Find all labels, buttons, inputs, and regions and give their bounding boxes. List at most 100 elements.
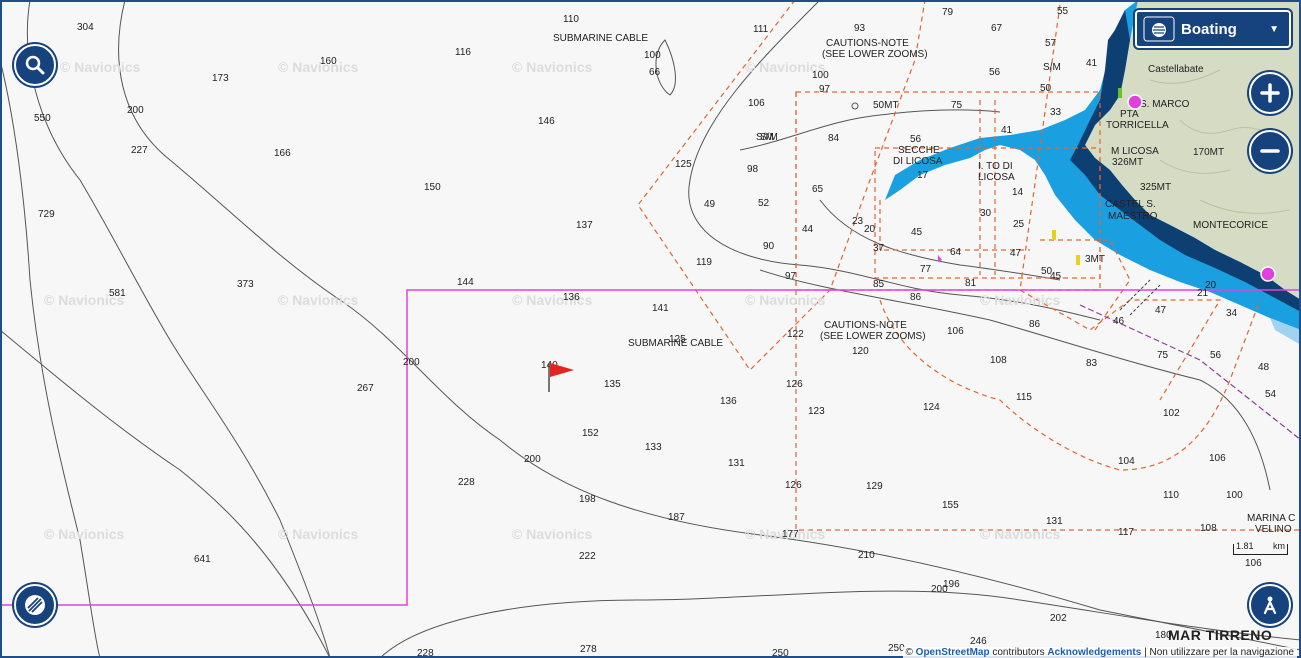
layers-icon — [25, 595, 45, 615]
zoom-out-button[interactable] — [1249, 130, 1291, 172]
svg-text:DI LICOSA: DI LICOSA — [893, 156, 943, 167]
depth-sounding: 34 — [1226, 308, 1238, 319]
depth-sounding: 136 — [720, 396, 737, 407]
depth-sounding: 25 — [1013, 219, 1025, 230]
depth-sounding: 131 — [728, 458, 745, 469]
depth-sounding: 108 — [990, 355, 1007, 366]
depth-sounding: 100 — [644, 50, 661, 61]
beacon-icon[interactable] — [1118, 88, 1122, 98]
svg-text:LICOSA: LICOSA — [978, 172, 1015, 183]
depth-sounding: 200 — [127, 105, 144, 116]
depth-sounding: 104 — [1118, 456, 1135, 467]
scale-bar: 1.81 km — [1233, 541, 1288, 555]
depth-sounding: 228 — [417, 648, 434, 658]
depth-sounding: 129 — [866, 481, 883, 492]
svg-text:© Navionics: © Navionics — [44, 526, 125, 542]
attribution: © OpenStreetMap contributors Acknowledge… — [902, 647, 1297, 658]
svg-text:MARINA C: MARINA C — [1247, 513, 1295, 524]
depth-sounding: 86 — [1029, 319, 1041, 330]
svg-text:© Navionics: © Navionics — [980, 526, 1061, 542]
depth-sounding: 141 — [652, 303, 669, 314]
layers-button[interactable] — [14, 584, 56, 626]
depth-sounding: 49 — [704, 199, 716, 210]
depth-sounding: 48 — [1258, 362, 1270, 373]
beacon-icon[interactable] — [1052, 230, 1056, 240]
navionics-logo-icon — [1143, 16, 1175, 42]
chart-mode-dropdown[interactable]: Boating ▼ — [1135, 10, 1291, 48]
chevron-down-icon: ▼ — [1269, 23, 1279, 35]
nautical-chart-map[interactable]: © Navionics © Navionics © Navionics © Na… — [0, 0, 1301, 658]
depth-sounding: 23 — [852, 216, 864, 227]
depth-sounding: 75 — [1157, 350, 1169, 361]
depth-sounding: 84 — [828, 133, 840, 144]
lighthouse-icon[interactable] — [1127, 94, 1143, 110]
depth-sounding: 137 — [576, 220, 593, 231]
depth-sounding: 222 — [579, 551, 596, 562]
compass-icon — [1263, 596, 1277, 615]
depth-sounding: 198 — [579, 494, 596, 505]
depth-sounding: 57 — [1045, 38, 1057, 49]
depth-sounding: 228 — [458, 477, 475, 488]
lighthouse-icon[interactable] — [1260, 266, 1276, 282]
svg-text:S. MARCO: S. MARCO — [1140, 99, 1190, 110]
svg-text:MAESTRO: MAESTRO — [1108, 211, 1158, 222]
depth-sounding: 100 — [812, 70, 829, 81]
svg-text:CASTEL S.: CASTEL S. — [1105, 199, 1156, 210]
acknowledgements-link[interactable]: Acknowledgements — [1047, 647, 1141, 658]
track-button[interactable] — [1249, 584, 1291, 626]
svg-text:M LICOSA: M LICOSA — [1111, 146, 1159, 157]
svg-text:© Navionics: © Navionics — [278, 59, 359, 75]
svg-text:50MT: 50MT — [873, 100, 899, 111]
svg-text:SECCHE: SECCHE — [898, 145, 940, 156]
depth-sounding: 83 — [1086, 358, 1098, 369]
depth-sounding: 146 — [538, 116, 555, 127]
depth-sounding: 125 — [675, 159, 692, 170]
osm-link[interactable]: OpenStreetMap — [916, 647, 990, 658]
zoom-in-button[interactable] — [1249, 72, 1291, 114]
depth-sounding: 41 — [1001, 125, 1013, 136]
depth-sounding: 55 — [1057, 6, 1069, 17]
depth-sounding: 166 — [274, 148, 291, 159]
depth-sounding: 79 — [942, 7, 954, 18]
depth-sounding: 56 — [989, 67, 1001, 78]
depth-sounding: 200 — [403, 357, 420, 368]
depth-sounding: 202 — [1050, 613, 1067, 624]
depth-sounding: 86 — [910, 292, 922, 303]
depth-sounding: 41 — [1086, 58, 1098, 69]
depth-sounding: 65 — [812, 184, 824, 195]
depth-sounding: 150 — [424, 182, 441, 193]
depth-sounding: 37 — [873, 243, 885, 254]
depth-sounding: 64 — [950, 247, 962, 258]
depth-sounding: 20 — [1205, 280, 1217, 291]
svg-text:S/M: S/M — [1043, 62, 1061, 73]
depth-sounding: 116 — [455, 47, 471, 58]
svg-text:MONTECORICE: MONTECORICE — [1193, 220, 1268, 231]
depth-sounding: 30 — [980, 208, 992, 219]
svg-text:325MT: 325MT — [1140, 182, 1171, 193]
depth-sounding: 177 — [782, 529, 799, 540]
svg-text:PTA: PTA — [1120, 109, 1139, 120]
depth-sounding: 98 — [747, 164, 759, 175]
depth-sounding: 97 — [785, 271, 797, 282]
depth-sounding: 200 — [524, 454, 541, 465]
depth-sounding: 120 — [852, 346, 869, 357]
depth-sounding: 106 — [1245, 558, 1262, 569]
depth-sounding: 46 — [1113, 316, 1125, 327]
depth-sounding: 45 — [911, 227, 923, 238]
depth-sounding: 110 — [563, 14, 579, 25]
depth-sounding: 106 — [1209, 453, 1226, 464]
svg-text:3MT: 3MT — [1085, 254, 1105, 265]
depth-sounding: 67 — [991, 23, 1003, 34]
depth-sounding: 126 — [786, 379, 803, 390]
svg-text:© Navionics: © Navionics — [980, 292, 1061, 308]
depth-sounding: 278 — [580, 644, 597, 655]
depth-sounding: 200 — [931, 584, 948, 595]
search-button[interactable] — [14, 44, 56, 86]
depth-sounding: 54 — [1265, 389, 1277, 400]
depth-sounding: 227 — [131, 145, 148, 156]
depth-sounding: 126 — [785, 480, 802, 491]
search-icon — [25, 55, 45, 75]
chart-mode-label: Boating — [1181, 20, 1237, 38]
beacon-icon[interactable] — [1076, 255, 1080, 265]
depth-sounding: 160 — [320, 56, 337, 67]
